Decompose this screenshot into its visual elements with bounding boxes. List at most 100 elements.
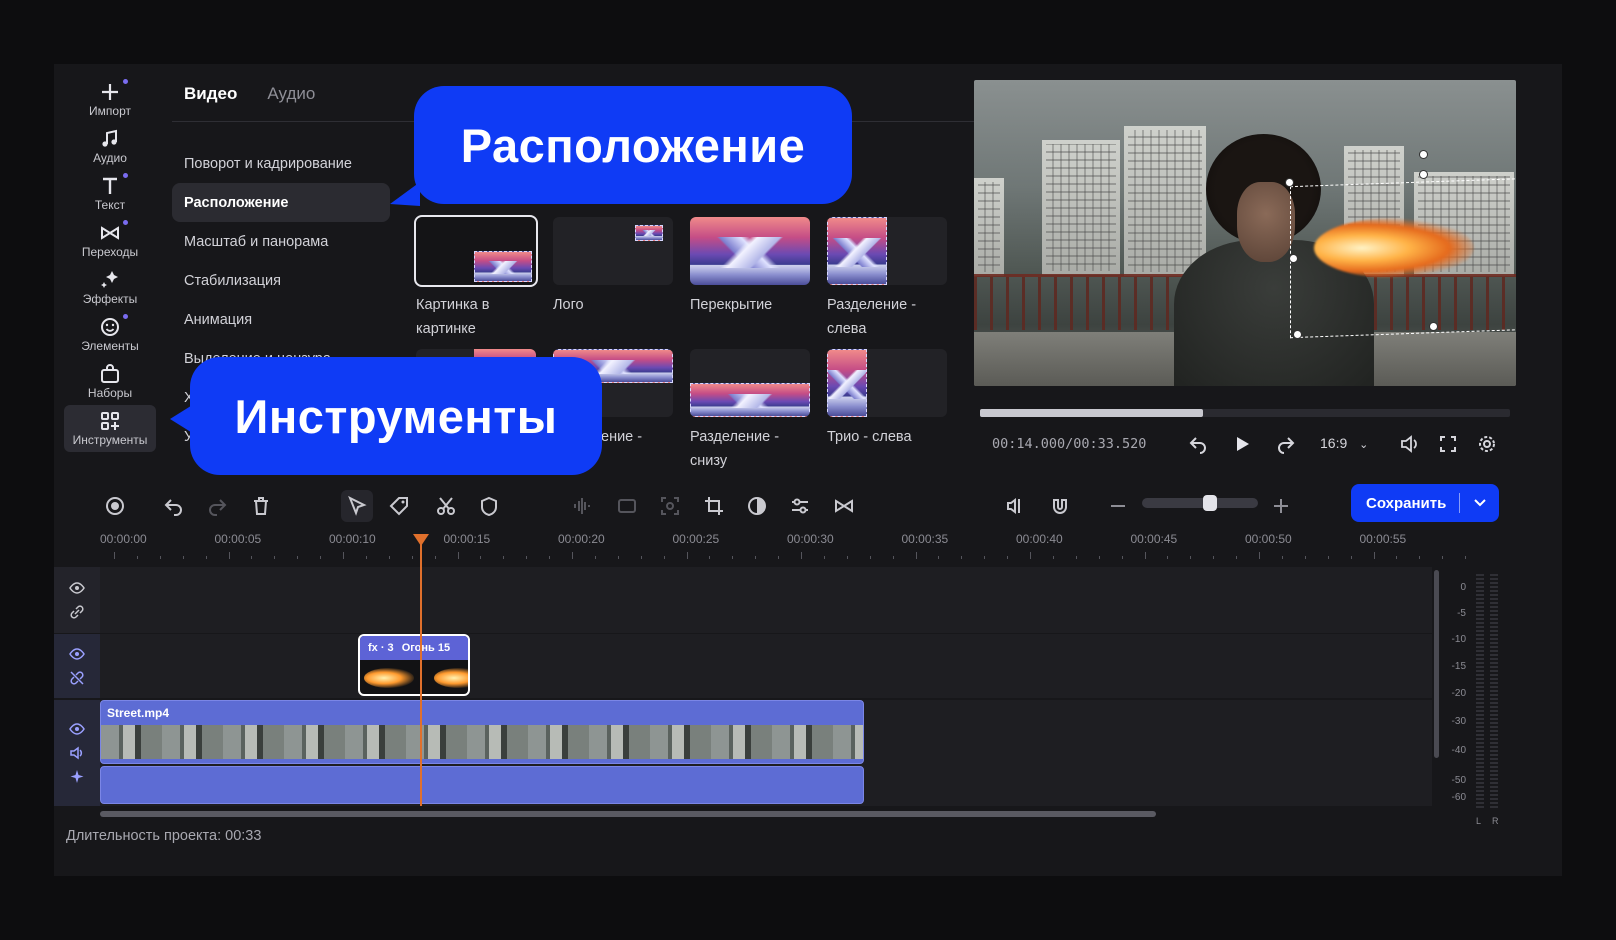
save-button[interactable]: Сохранить [1351, 484, 1499, 522]
ruler-time-label: 00:00:40 [1016, 532, 1063, 546]
overlay-selection-box[interactable] [1290, 177, 1516, 339]
timecode: 00:14.000/00:33.520 [992, 436, 1147, 452]
mask-button[interactable] [473, 490, 505, 522]
layout-thumb [414, 215, 538, 287]
ruler-tick [1350, 556, 1352, 559]
music-note-icon [98, 128, 122, 150]
record-button[interactable] [99, 490, 131, 522]
mountain-thumbnail [635, 225, 663, 241]
focus-button[interactable] [654, 490, 686, 522]
audio-split-button[interactable] [566, 490, 598, 522]
tab-audio[interactable]: Аудио [267, 84, 315, 104]
eye-icon[interactable] [69, 580, 85, 596]
resize-handle[interactable] [1419, 170, 1428, 179]
menu-item-animation[interactable]: Анимация [172, 300, 390, 339]
unlink-icon[interactable] [69, 670, 85, 686]
sidebar-item-text[interactable]: Текст [64, 170, 156, 217]
zoom-slider[interactable] [1142, 495, 1258, 511]
sidebar-item-elements[interactable]: Элементы [64, 311, 156, 358]
step-back-button[interactable] [1186, 432, 1210, 456]
layout-card-logo[interactable]: Лого [553, 217, 673, 317]
crop-button[interactable] [698, 490, 730, 522]
ruler-tick [1121, 556, 1123, 559]
meter-label-left: L [1476, 816, 1482, 826]
layout-thumb [827, 349, 947, 417]
select-tool-button[interactable] [341, 490, 373, 522]
tab-video[interactable]: Видео [184, 84, 237, 104]
cursor-icon [348, 495, 367, 516]
sidebar-item-audio[interactable]: Аудио [64, 123, 156, 170]
sidebar-item-kits[interactable]: Наборы [64, 358, 156, 405]
resize-handle[interactable] [1285, 178, 1294, 187]
volume-button[interactable] [1397, 432, 1421, 456]
resize-handle[interactable] [1429, 322, 1438, 331]
settings-button[interactable] [1475, 432, 1499, 456]
undo-button[interactable] [158, 490, 190, 522]
ruler-time-label: 00:00:30 [787, 532, 834, 546]
resize-handle[interactable] [1289, 254, 1298, 263]
effect-clip[interactable]: fx · 3 Огонь 15 [358, 634, 470, 696]
sidebar-item-import[interactable]: Импорт [64, 76, 156, 123]
zoom-in-button[interactable] [1265, 490, 1297, 522]
menu-item-rotate-crop[interactable]: Поворот и кадрирование [172, 144, 390, 183]
rotate-handle[interactable] [1419, 150, 1428, 159]
redo-button[interactable] [201, 490, 233, 522]
playback-progress[interactable] [980, 409, 1510, 417]
menu-item-layout[interactable]: Расположение [172, 183, 390, 222]
horizontal-scrollbar[interactable] [100, 811, 1156, 817]
speaker-icon [1401, 435, 1417, 453]
ruler-tick [1167, 556, 1169, 559]
redo-icon [209, 499, 227, 516]
ruler-tick [503, 556, 505, 559]
aspect-ratio-select[interactable]: 16:9 ⌄ [1320, 435, 1368, 451]
building [974, 178, 1004, 276]
menu-item-zoom-pan[interactable]: Масштаб и панорама [172, 222, 390, 261]
link-button[interactable] [1044, 490, 1076, 522]
sparkle-icon[interactable] [69, 769, 85, 785]
play-button[interactable] [1230, 432, 1254, 456]
video-preview[interactable] [974, 80, 1516, 386]
video-clip[interactable]: Street.mp4 [100, 700, 864, 764]
clip-header: fx · 3 Огонь 15 [360, 636, 468, 660]
save-options-dropdown[interactable] [1460, 499, 1499, 507]
speaker-split-icon [1007, 498, 1020, 514]
step-forward-button[interactable] [1274, 432, 1298, 456]
trash-icon [254, 497, 268, 515]
resize-handle[interactable] [1293, 330, 1302, 339]
playhead[interactable] [413, 534, 429, 806]
sidebar-item-tools[interactable]: Инструменты [64, 405, 156, 452]
ruler-tick [1465, 556, 1467, 559]
transition-button[interactable] [828, 490, 860, 522]
split-audio-button[interactable] [1000, 490, 1032, 522]
meter-db-label: -10 [1451, 634, 1466, 645]
adjust-button[interactable] [784, 490, 816, 522]
eye-icon[interactable] [69, 721, 85, 737]
zoom-slider-knob[interactable] [1203, 495, 1218, 511]
sidebar-item-effects[interactable]: Эффекты [64, 264, 156, 311]
layout-card-split-left[interactable]: Разделение - слева [827, 217, 947, 341]
ruler-tick [1190, 556, 1192, 559]
zoom-out-button[interactable] [1102, 490, 1134, 522]
ruler-tick [686, 552, 688, 559]
layout-card-pip[interactable]: Картинка в картинке [414, 215, 538, 341]
cut-button[interactable] [430, 490, 462, 522]
menu-item-stabilization[interactable]: Стабилизация [172, 261, 390, 300]
progress-fill [980, 409, 1203, 417]
layout-card-split-bottom[interactable]: Разделение - снизу [690, 349, 810, 473]
building [1042, 140, 1120, 275]
vertical-scrollbar[interactable] [1434, 570, 1439, 758]
layout-card-trio-left[interactable]: Трио - слева [827, 349, 947, 449]
speaker-icon[interactable] [69, 745, 85, 761]
audio-clip[interactable] [100, 766, 864, 804]
sidebar-item-transitions[interactable]: Переходы [64, 217, 156, 264]
link-icon[interactable] [69, 604, 85, 620]
ruler-tick [755, 556, 757, 559]
timeline-ruler[interactable]: 00:00:00 00:00:05 00:00:10 00:00:15 00:00:20… [100, 530, 1467, 568]
layout-card-overlay[interactable]: Перекрытие [690, 217, 810, 317]
delete-button[interactable] [245, 490, 277, 522]
captions-button[interactable] [611, 490, 643, 522]
fullscreen-button[interactable] [1436, 432, 1460, 456]
marker-tool-button[interactable] [383, 490, 415, 522]
color-button[interactable] [741, 490, 773, 522]
eye-icon[interactable] [69, 646, 85, 662]
